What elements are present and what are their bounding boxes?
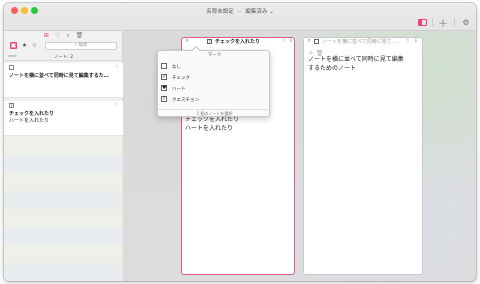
panel-title: チェックを入れたり (215, 39, 261, 45)
filter-starred-button[interactable]: ★ (21, 42, 28, 49)
star-icon[interactable]: ☆ (405, 38, 410, 44)
close-icon[interactable]: × (307, 38, 311, 44)
list-item[interactable]: ? ☆ チェックを入れたり ハートを入れたり (4, 101, 123, 136)
panel-header: × ノートを横に並べて同時に見て… ☆ ℹ (304, 38, 422, 46)
note-count-row: ▭▭ ノート: 2 (4, 53, 123, 61)
info-icon[interactable]: ℹ (290, 38, 292, 44)
star-icon[interactable]: ☆ (115, 102, 119, 108)
app-window: 名称未設定 — 編集済み ⌄ ＋ ⚙ ⊞ ♡ ⌕ 🗑 ▣ ★ ☆ ⌕ 検索 ▭▭ ノ… (4, 3, 476, 281)
note-panel[interactable]: × ノートを横に並べて同時に見て… ☆ ℹ ＋ 🗑 ノートを横に並べて同時に見て… (303, 37, 423, 275)
mark-option-check[interactable]: ✓ チェック (161, 73, 269, 82)
note-line: するためのノート (308, 64, 357, 72)
checkmark-icon: ✓ (161, 74, 167, 80)
filter-row: ▣ ★ ☆ ⌕ 検索 (4, 41, 123, 52)
note-title: ノートを横に並べて同時に見て編集するた… (9, 73, 109, 79)
sidebar-icon (417, 18, 427, 26)
question-mark-icon: ? (161, 96, 167, 102)
list-item[interactable]: ☆ ノートを横に並べて同時に見て編集するた… (4, 63, 123, 98)
settings-button[interactable]: ⚙ (460, 17, 472, 27)
chevron-down-icon: ⌄ (269, 9, 274, 15)
panel-header: × ? チェックを入れたり ☆ ℹ (182, 38, 294, 46)
filter-all-button[interactable]: ▣ (10, 42, 17, 49)
mark-none-icon[interactable] (9, 65, 14, 70)
mark-none-icon[interactable] (314, 39, 319, 44)
note-line: チェックを入れたり (185, 116, 240, 123)
info-icon[interactable]: ℹ (415, 38, 417, 44)
heart-icon[interactable]: ♡ (55, 32, 60, 39)
question-mark-icon[interactable]: ? (9, 103, 14, 108)
note-editor[interactable]: ノートを横に並べて同時に見て編集 するためのノート (308, 56, 418, 73)
mark-option-heart[interactable]: ♥ ハート (161, 84, 269, 93)
window-title[interactable]: 名称未設定 — 編集済み ⌄ (4, 7, 476, 15)
grid-icon[interactable]: ⊞ (44, 32, 49, 39)
new-note-button[interactable]: ＋ (437, 17, 449, 30)
option-label: チェック (172, 76, 190, 81)
title-bar: 名称未設定 — 編集済み ⌄ ＋ ⚙ (4, 3, 476, 31)
toolbar-divider (432, 18, 433, 26)
search-icon[interactable]: ⌕ (66, 32, 69, 39)
question-mark-icon[interactable]: ? (207, 39, 212, 44)
note-editor[interactable]: チェックを入れたり ハートを入れたり (185, 116, 295, 133)
selection-count: 1 個のノートを選択 (158, 109, 271, 117)
option-label: なし (172, 65, 181, 70)
sidebar-background (4, 137, 123, 281)
option-label: クエスチョン (172, 98, 199, 103)
filter-unstarred-button[interactable]: ☆ (31, 42, 38, 49)
note-line: ハートを入れたり (185, 124, 234, 132)
panel-title: ノートを横に並べて同時に見て… (322, 39, 397, 45)
heart-icon: ♥ (161, 85, 167, 91)
search-input[interactable]: ⌕ 検索 (45, 42, 117, 50)
note-count: ノート: 2 (53, 55, 74, 60)
document-status: 編集済み (245, 9, 268, 15)
note-line: ノートを横に並べて同時に見て編集 (308, 56, 404, 63)
note-subtitle: ハートを入れたり (9, 118, 50, 124)
close-icon[interactable]: × (185, 38, 189, 44)
title-separator: — (236, 9, 243, 15)
toolbar-divider (454, 18, 455, 26)
mark-popover: マーク なし ✓ チェック ♥ ハート ? クエスチョン 1 個のノートを選択 (157, 45, 271, 117)
star-icon[interactable]: ☆ (115, 64, 119, 70)
toggle-sidebar-button[interactable] (416, 17, 428, 27)
popover-title: マーク (207, 53, 222, 58)
sidebar: ⊞ ♡ ⌕ 🗑 ▣ ★ ☆ ⌕ 検索 ▭▭ ノート: 2 ☆ ノートを横に並べて… (4, 31, 123, 281)
sidebar-toolbar: ⊞ ♡ ⌕ 🗑 (4, 31, 123, 40)
document-title: 名称未設定 (206, 9, 234, 15)
note-title: チェックを入れたり (9, 111, 55, 117)
mark-option-none[interactable]: なし (161, 62, 269, 71)
mark-option-question[interactable]: ? クエスチョン (161, 95, 269, 104)
star-icon[interactable]: ☆ (281, 38, 286, 44)
option-label: ハート (172, 87, 186, 92)
trash-icon[interactable]: 🗑 (76, 32, 84, 39)
empty-box-icon (161, 63, 167, 69)
